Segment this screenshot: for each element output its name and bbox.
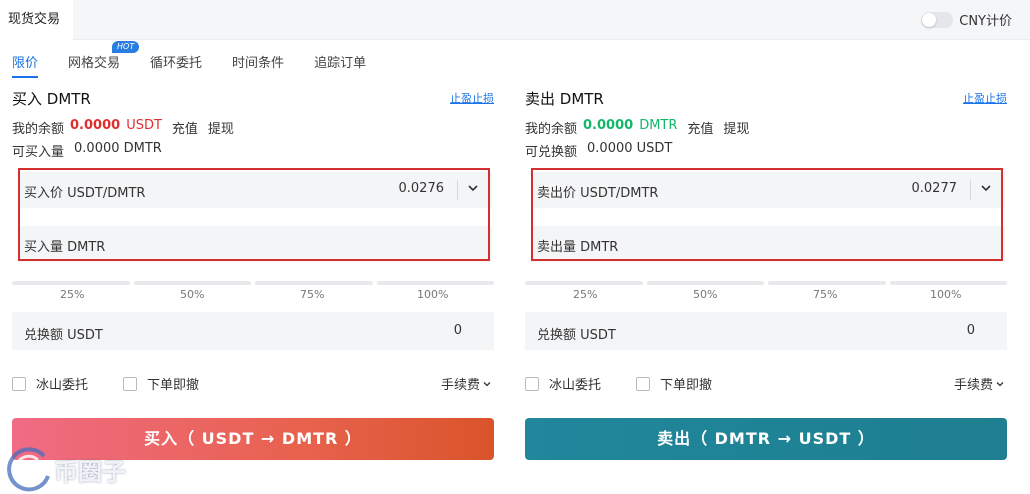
sell-options-row: 冰山委托 下单即撤 手续费 bbox=[525, 374, 1007, 394]
tab-grid-trading[interactable]: 网格交易 HOT bbox=[68, 41, 140, 74]
ioc-checkbox[interactable]: 下单即撤 bbox=[123, 374, 199, 393]
watermark-logo: 币圈子 bbox=[4, 446, 154, 492]
ioc-checkbox[interactable]: 下单即撤 bbox=[636, 374, 712, 393]
available-label: 可兑换额 bbox=[525, 145, 578, 160]
watermark-text: 币圈子 bbox=[54, 458, 126, 486]
checkbox-icon[interactable] bbox=[12, 376, 26, 391]
highlight-box bbox=[531, 168, 1003, 261]
percent-75[interactable]: 75% bbox=[300, 288, 324, 301]
tab-trailing-order[interactable]: 追踪订单 bbox=[314, 48, 366, 74]
checkbox-icon[interactable] bbox=[636, 376, 650, 391]
tab-spot-trading[interactable]: 现货交易 bbox=[0, 0, 73, 40]
balance-currency: USDT bbox=[126, 118, 162, 133]
available-value: 0.0000 DMTR bbox=[74, 141, 162, 156]
percent-50[interactable]: 50% bbox=[693, 288, 717, 301]
top-bar: 现货交易 CNY计价 bbox=[0, 0, 1030, 40]
percent-25[interactable]: 25% bbox=[60, 288, 84, 301]
total-label: 兑换额 USDT bbox=[24, 328, 103, 343]
tab-limit[interactable]: 限价 bbox=[12, 48, 39, 78]
fee-label: 手续费 bbox=[953, 378, 993, 393]
sell-percent-slider[interactable] bbox=[525, 281, 1007, 285]
chevron-down-icon bbox=[996, 381, 1004, 386]
balance-currency: DMTR bbox=[639, 118, 678, 133]
available-label: 可买入量 bbox=[12, 145, 65, 160]
chevron-down-icon bbox=[483, 381, 491, 386]
sell-tp-sl-link[interactable]: 止盈止损 bbox=[963, 90, 1007, 106]
hot-badge: HOT bbox=[112, 41, 140, 53]
deposit-link[interactable]: 充值 bbox=[687, 118, 713, 137]
sell-button[interactable]: 卖出（ DMTR → USDT ） bbox=[525, 418, 1007, 460]
tab-time-condition[interactable]: 时间条件 bbox=[232, 48, 284, 74]
fee-label: 手续费 bbox=[440, 378, 480, 393]
buy-balance-row: 我的余额 0.0000 USDT 充值 提现 bbox=[12, 118, 234, 137]
buy-panel: 买入 DMTR 止盈止损 我的余额 0.0000 USDT 充值 提现 可买入量… bbox=[12, 84, 494, 484]
buy-tp-sl-link[interactable]: 止盈止损 bbox=[450, 90, 494, 106]
percent-100[interactable]: 100% bbox=[417, 288, 448, 301]
withdraw-link[interactable]: 提现 bbox=[208, 118, 234, 137]
total-label: 兑换额 USDT bbox=[537, 328, 616, 343]
available-value: 0.0000 USDT bbox=[587, 141, 673, 156]
percent-25[interactable]: 25% bbox=[573, 288, 597, 301]
buy-percent-slider[interactable] bbox=[12, 281, 494, 285]
tab-grid-label: 网格交易 bbox=[68, 56, 121, 71]
slider-segment[interactable] bbox=[646, 281, 764, 285]
buy-available-row: 可买入量 0.0000 DMTR bbox=[12, 141, 162, 160]
withdraw-link[interactable]: 提现 bbox=[723, 118, 749, 137]
buy-options-row: 冰山委托 下单即撤 手续费 bbox=[12, 374, 494, 394]
tab-loop-order[interactable]: 循环委托 bbox=[150, 48, 202, 74]
sell-available-row: 可兑换额 0.0000 USDT bbox=[525, 141, 672, 160]
total-value: 0 bbox=[966, 323, 975, 338]
highlight-box bbox=[18, 168, 490, 261]
balance-value: 0.0000 bbox=[583, 118, 634, 133]
iceberg-checkbox[interactable]: 冰山委托 bbox=[12, 374, 88, 393]
toggle-switch[interactable] bbox=[921, 11, 954, 28]
percent-75[interactable]: 75% bbox=[813, 288, 837, 301]
sell-panel: 卖出 DMTR 止盈止损 我的余额 0.0000 DMTR 充值 提现 可兑换额… bbox=[525, 84, 1007, 484]
slider-segment[interactable] bbox=[525, 281, 643, 285]
balance-value: 0.0000 bbox=[70, 118, 121, 133]
cny-label: CNY计价 bbox=[959, 14, 1012, 29]
iceberg-checkbox[interactable]: 冰山委托 bbox=[525, 374, 601, 393]
order-type-tabs: 限价 网格交易 HOT 循环委托 时间条件 追踪订单 bbox=[12, 41, 396, 78]
cny-pricing-toggle[interactable]: CNY计价 bbox=[921, 10, 1012, 29]
logo-ring-icon bbox=[7, 447, 50, 492]
ioc-label: 下单即撤 bbox=[660, 378, 713, 393]
buy-total-field[interactable]: 兑换额 USDT 0 bbox=[12, 312, 494, 350]
fee-dropdown[interactable]: 手续费 bbox=[441, 374, 492, 393]
total-value: 0 bbox=[453, 323, 462, 338]
slider-segment[interactable] bbox=[133, 281, 251, 285]
slider-segment[interactable] bbox=[376, 281, 494, 285]
balance-label: 我的余额 bbox=[525, 122, 578, 137]
deposit-link[interactable]: 充值 bbox=[172, 118, 198, 137]
iceberg-label: 冰山委托 bbox=[549, 378, 602, 393]
slider-segment[interactable] bbox=[255, 281, 373, 285]
percent-labels: 25% 50% 75% 100% bbox=[525, 288, 1007, 302]
sell-total-field[interactable]: 兑换额 USDT 0 bbox=[525, 312, 1007, 350]
percent-labels: 25% 50% 75% 100% bbox=[12, 288, 494, 302]
slider-segment[interactable] bbox=[12, 281, 130, 285]
checkbox-icon[interactable] bbox=[123, 376, 137, 391]
sell-title: 卖出 DMTR bbox=[525, 90, 604, 108]
slider-segment[interactable] bbox=[768, 281, 886, 285]
slider-segment[interactable] bbox=[889, 281, 1007, 285]
balance-label: 我的余额 bbox=[12, 122, 65, 137]
percent-50[interactable]: 50% bbox=[180, 288, 204, 301]
checkbox-icon[interactable] bbox=[525, 376, 539, 391]
buy-title: 买入 DMTR bbox=[12, 90, 91, 108]
ioc-label: 下单即撤 bbox=[147, 378, 200, 393]
fee-dropdown[interactable]: 手续费 bbox=[954, 374, 1005, 393]
iceberg-label: 冰山委托 bbox=[36, 378, 89, 393]
percent-100[interactable]: 100% bbox=[930, 288, 961, 301]
sell-balance-row: 我的余额 0.0000 DMTR 充值 提现 bbox=[525, 118, 749, 137]
